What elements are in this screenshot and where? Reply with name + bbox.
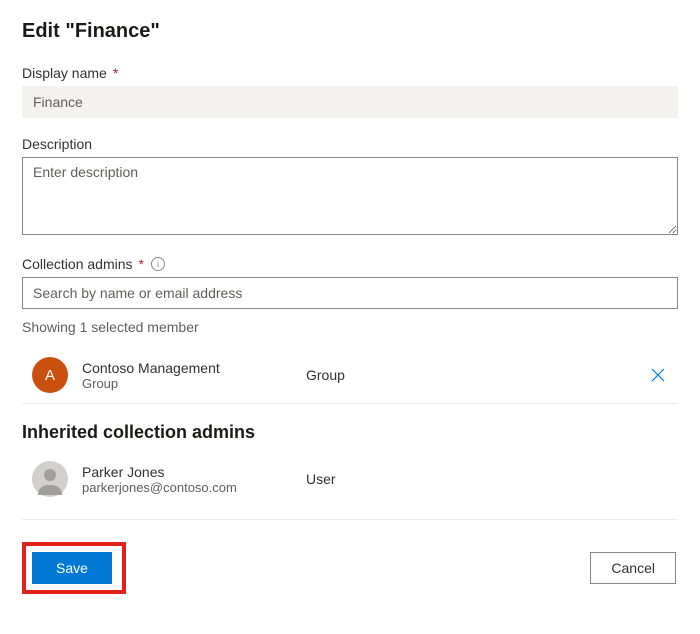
display-name-field: Display name* xyxy=(22,65,678,118)
display-name-input[interactable] xyxy=(22,86,678,118)
list-item: Parker Jones parkerjones@contoso.com Use… xyxy=(22,451,678,507)
inherited-admins-heading: Inherited collection admins xyxy=(22,422,678,443)
collection-admins-label: Collection admins* i xyxy=(22,256,678,272)
close-icon xyxy=(651,368,665,382)
person-icon xyxy=(32,461,68,497)
description-field: Description xyxy=(22,136,678,238)
member-name: Contoso Management xyxy=(82,360,282,376)
required-indicator: * xyxy=(139,256,144,272)
save-button[interactable]: Save xyxy=(32,552,112,584)
member-type: Group xyxy=(296,367,628,383)
footer: Save Cancel xyxy=(22,538,678,594)
info-icon[interactable]: i xyxy=(151,257,165,271)
avatar xyxy=(32,461,68,497)
member-subtext: Group xyxy=(82,376,282,391)
avatar: A xyxy=(32,357,68,393)
member-type: User xyxy=(296,471,674,487)
cancel-button[interactable]: Cancel xyxy=(590,552,676,584)
collection-admins-field: Collection admins* i Showing 1 selected … xyxy=(22,256,678,404)
description-label: Description xyxy=(22,136,678,152)
remove-member-button[interactable] xyxy=(642,359,674,391)
description-textarea[interactable] xyxy=(22,157,678,235)
member-name: Parker Jones xyxy=(82,464,282,480)
required-indicator: * xyxy=(113,65,118,81)
collection-admins-search-input[interactable] xyxy=(22,277,678,309)
page-title: Edit "Finance" xyxy=(22,20,678,43)
member-subtext: parkerjones@contoso.com xyxy=(82,480,282,495)
list-item: A Contoso Management Group Group xyxy=(22,347,678,404)
display-name-label: Display name* xyxy=(22,65,678,81)
selected-count-text: Showing 1 selected member xyxy=(22,319,678,335)
save-highlight: Save xyxy=(22,542,126,594)
